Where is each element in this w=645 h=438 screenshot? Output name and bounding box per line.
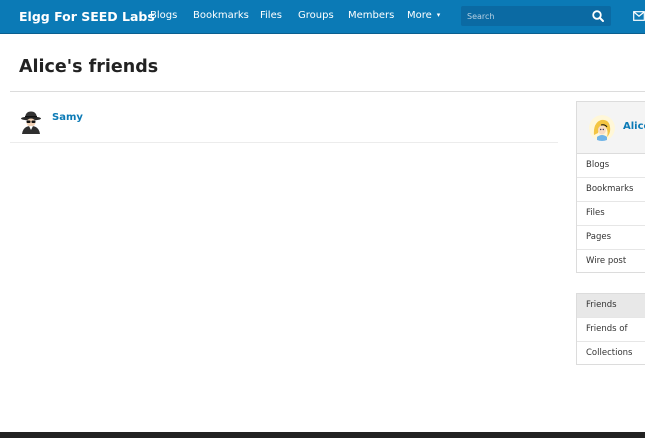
nav-more-label: More [407, 10, 432, 21]
top-navigation-bar: Elgg For SEED Labs Blogs Bookmarks Files… [0, 0, 645, 34]
site-brand-link[interactable]: Elgg For SEED Labs [19, 9, 155, 24]
nav-blogs[interactable]: Blogs [150, 10, 177, 21]
list-item: Samy [10, 103, 558, 143]
nav-members[interactable]: Members [348, 10, 394, 21]
page-title: Alice's friends [19, 57, 159, 77]
owner-name-link[interactable]: Alice [623, 121, 645, 132]
nav-bookmarks[interactable]: Bookmarks [193, 10, 249, 21]
nav-more[interactable]: More ▾ [407, 10, 440, 21]
friend-name-link[interactable]: Samy [52, 112, 83, 123]
sidebar-item-friends-of[interactable]: Friends of [577, 318, 645, 342]
spy-avatar-icon[interactable] [20, 110, 42, 134]
owner-block: Alice Blogs Bookmarks Files Pages Wire p… [576, 101, 645, 273]
divider [10, 91, 645, 92]
sidebar-item-wire-post[interactable]: Wire post [577, 250, 645, 274]
footer-bar [0, 432, 645, 438]
nav-groups[interactable]: Groups [298, 10, 334, 21]
sidebar-item-pages[interactable]: Pages [577, 226, 645, 250]
sidebar-item-bookmarks[interactable]: Bookmarks [577, 178, 645, 202]
alice-avatar-icon[interactable] [589, 115, 615, 141]
sidebar-item-collections[interactable]: Collections [577, 342, 645, 366]
sidebar-item-blogs[interactable]: Blogs [577, 154, 645, 178]
sidebar-item-files[interactable]: Files [577, 202, 645, 226]
sidebar-item-friends[interactable]: Friends [577, 294, 645, 318]
search-input[interactable] [467, 8, 582, 24]
search-icon[interactable] [591, 9, 605, 23]
friends-menu: Friends Friends of Collections [576, 293, 645, 365]
nav-files[interactable]: Files [260, 10, 282, 21]
caret-down-icon: ▾ [436, 11, 441, 19]
search-box [461, 6, 611, 26]
mail-icon[interactable] [633, 11, 645, 21]
owner-header: Alice [577, 102, 645, 154]
